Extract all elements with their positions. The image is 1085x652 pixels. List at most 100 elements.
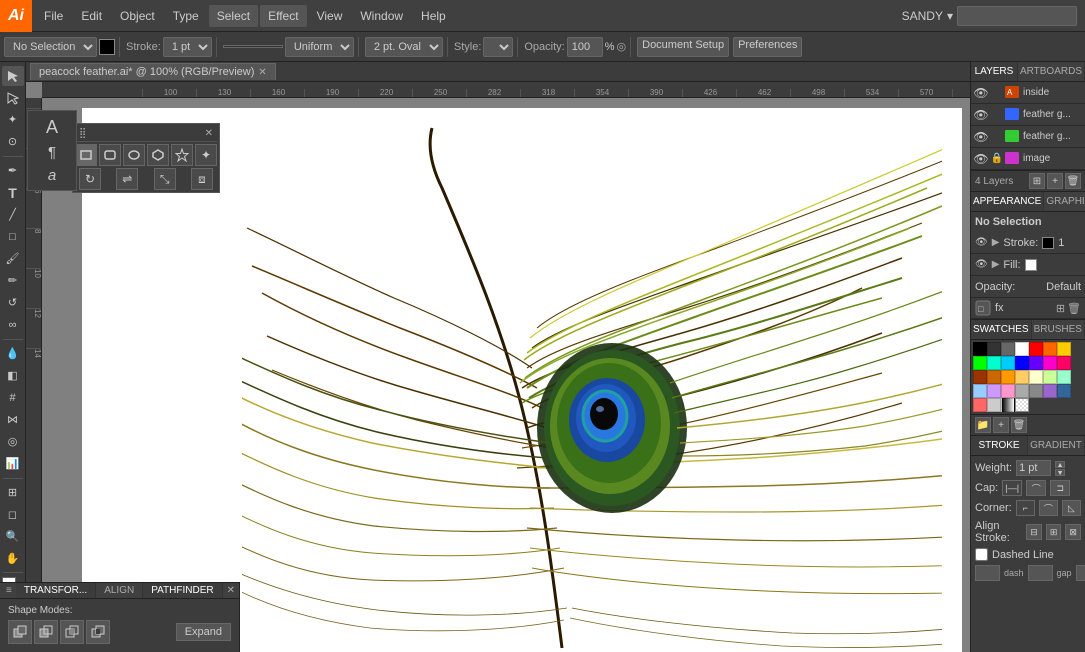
dash-input[interactable] (975, 565, 1000, 581)
menu-edit[interactable]: Edit (73, 5, 110, 27)
document-setup-btn[interactable]: Document Setup (637, 37, 729, 57)
minus-front-btn[interactable] (34, 620, 58, 644)
weight-input[interactable] (1016, 460, 1051, 476)
shape-panel-close[interactable]: ✕ (205, 128, 213, 139)
uniform-dropdown[interactable]: Uniform (285, 37, 354, 57)
unite-btn[interactable] (8, 620, 32, 644)
swatch-green[interactable] (973, 356, 987, 370)
layer-row-feather1[interactable]: 👁 feather g... (971, 104, 1085, 126)
swatch-mint[interactable] (1057, 370, 1071, 384)
ellipse-tool-btn[interactable] (123, 144, 145, 166)
shape-panel-handle[interactable]: ⣿ (79, 128, 86, 139)
panel-close-btn[interactable]: ✕ (223, 585, 239, 596)
zoom-tool[interactable]: 🔍 (2, 526, 24, 546)
delete-layer-btn[interactable]: 🗑 (1065, 173, 1081, 189)
layer-lock-icon[interactable]: 🔒 (989, 153, 1005, 164)
appearance-tab[interactable]: APPEARANCE (971, 192, 1044, 211)
polygon-tool-btn[interactable] (147, 144, 169, 166)
swatch-white[interactable] (1015, 342, 1029, 356)
add-effect-icon[interactable]: □ (975, 300, 991, 316)
rectangle-tool-btn[interactable] (75, 144, 97, 166)
mesh-tool[interactable]: # (2, 388, 24, 408)
rotate-tool[interactable]: ↺ (2, 293, 24, 313)
swatch-lavender[interactable] (987, 384, 1001, 398)
exclude-btn[interactable] (86, 620, 110, 644)
duplicate-item-icon[interactable]: ⊞ (1056, 302, 1065, 315)
transform-rotate-btn[interactable]: ↻ (79, 168, 101, 190)
menu-object[interactable]: Object (112, 5, 163, 27)
dashed-line-checkbox[interactable] (975, 548, 988, 561)
align-outside-btn[interactable]: ⊠ (1065, 524, 1081, 540)
pen-tool[interactable]: ✒ (2, 161, 24, 181)
bottom-panel-menu-icon[interactable]: ≡ (2, 585, 16, 596)
pathfinder-panel-tab[interactable]: PATHFINDER (143, 583, 222, 598)
blend2-tool[interactable]: ⋈ (2, 410, 24, 430)
transform-panel-tab[interactable]: TRANSFOR... (16, 583, 96, 598)
new-color-group-btn[interactable]: 📁 (975, 417, 991, 433)
eraser-tool[interactable]: ◻ (2, 504, 24, 524)
new-layer-from-selection-btn[interactable]: ⊞ (1029, 173, 1045, 189)
artboards-tab[interactable]: ARTBOARDS (1018, 62, 1085, 81)
swatch-none[interactable] (1015, 398, 1029, 412)
line-tool[interactable]: ╱ (2, 205, 24, 225)
layer-row-feather2[interactable]: 👁 feather g... (971, 126, 1085, 148)
slice-tool[interactable]: ⊞ (2, 482, 24, 502)
swatch-light-gray[interactable] (987, 398, 1001, 412)
corner-bevel-btn[interactable]: ◺ (1062, 500, 1081, 516)
style-dropdown[interactable] (483, 37, 513, 57)
swatch-light-green[interactable] (1043, 370, 1057, 384)
swatch-blue[interactable] (1015, 356, 1029, 370)
swatch-cream[interactable] (1029, 370, 1043, 384)
pencil-tool[interactable]: ✏ (2, 271, 24, 291)
menu-file[interactable]: File (36, 5, 71, 27)
lasso-tool[interactable]: ⊙ (2, 132, 24, 152)
magic-wand-tool[interactable]: ✦ (2, 110, 24, 130)
new-layer-btn[interactable]: + (1047, 173, 1063, 189)
hand-tool[interactable]: ✋ (2, 548, 24, 568)
cap-round-btn[interactable]: ⌒ (1026, 480, 1046, 496)
opacity-input[interactable] (567, 37, 603, 57)
selection-tool[interactable] (2, 66, 24, 86)
swatch-amber[interactable] (1001, 370, 1015, 384)
gradient-tool[interactable]: ◧ (2, 366, 24, 386)
type-a-symbol[interactable]: A (46, 117, 58, 138)
paint-brush-tool[interactable]: 🖌 (2, 249, 24, 269)
gradient-tab[interactable]: GRADIENT (1028, 436, 1085, 455)
swatch-pink[interactable] (1043, 356, 1057, 370)
fill-color-display[interactable] (1025, 259, 1037, 271)
swatch-hot-pink[interactable] (1057, 356, 1071, 370)
menu-select[interactable]: Select (209, 5, 258, 27)
rounded-rect-tool-btn[interactable] (99, 144, 121, 166)
dash2-input[interactable] (1076, 565, 1085, 581)
blend-tool[interactable]: ∞ (2, 315, 24, 335)
selection-dropdown[interactable]: No Selection (4, 37, 97, 57)
canvas-content[interactable]: ⣿ ✕ (42, 98, 970, 652)
symbol-tool[interactable]: ◎ (2, 432, 24, 452)
oval-dropdown[interactable]: 2 pt. Oval (365, 37, 443, 57)
swatch-dark-medium-gray[interactable] (1029, 384, 1043, 398)
type-tool[interactable]: T (2, 183, 24, 203)
layers-tab[interactable]: LAYERS (971, 62, 1018, 81)
cap-butt-btn[interactable]: |—| (1002, 480, 1022, 496)
column-graph-tool[interactable]: 📊 (2, 454, 24, 474)
swatch-light-blue[interactable] (973, 384, 987, 398)
layer-visibility-icon[interactable]: 👁 (973, 152, 989, 166)
transform-shear-btn[interactable]: ⧈ (191, 168, 213, 190)
corner-miter-btn[interactable]: ⌐ (1016, 500, 1035, 516)
preferences-btn[interactable]: Preferences (733, 37, 802, 57)
fx-button[interactable]: fx (995, 302, 1004, 314)
gap-input[interactable] (1028, 565, 1053, 581)
stroke-visibility-icon[interactable]: 👁 (975, 237, 988, 248)
layer-visibility-icon[interactable]: 👁 (973, 86, 989, 100)
swatch-dark-blue[interactable] (1057, 384, 1071, 398)
layer-visibility-icon[interactable]: 👁 (973, 108, 989, 122)
menu-effect[interactable]: Effect (260, 5, 306, 27)
transform-reflect-btn[interactable]: ⇌ (116, 168, 138, 190)
cap-square-btn[interactable]: ⊐ (1050, 480, 1070, 496)
swatch-brown[interactable] (973, 370, 987, 384)
swatch-red[interactable] (1029, 342, 1043, 356)
type-cursive-symbol[interactable]: a (48, 167, 56, 184)
stroke-color-swatch[interactable] (99, 39, 115, 55)
delete-swatch-btn[interactable]: 🗑 (1011, 417, 1027, 433)
stroke-expand-icon[interactable]: ▶ (992, 237, 1000, 248)
